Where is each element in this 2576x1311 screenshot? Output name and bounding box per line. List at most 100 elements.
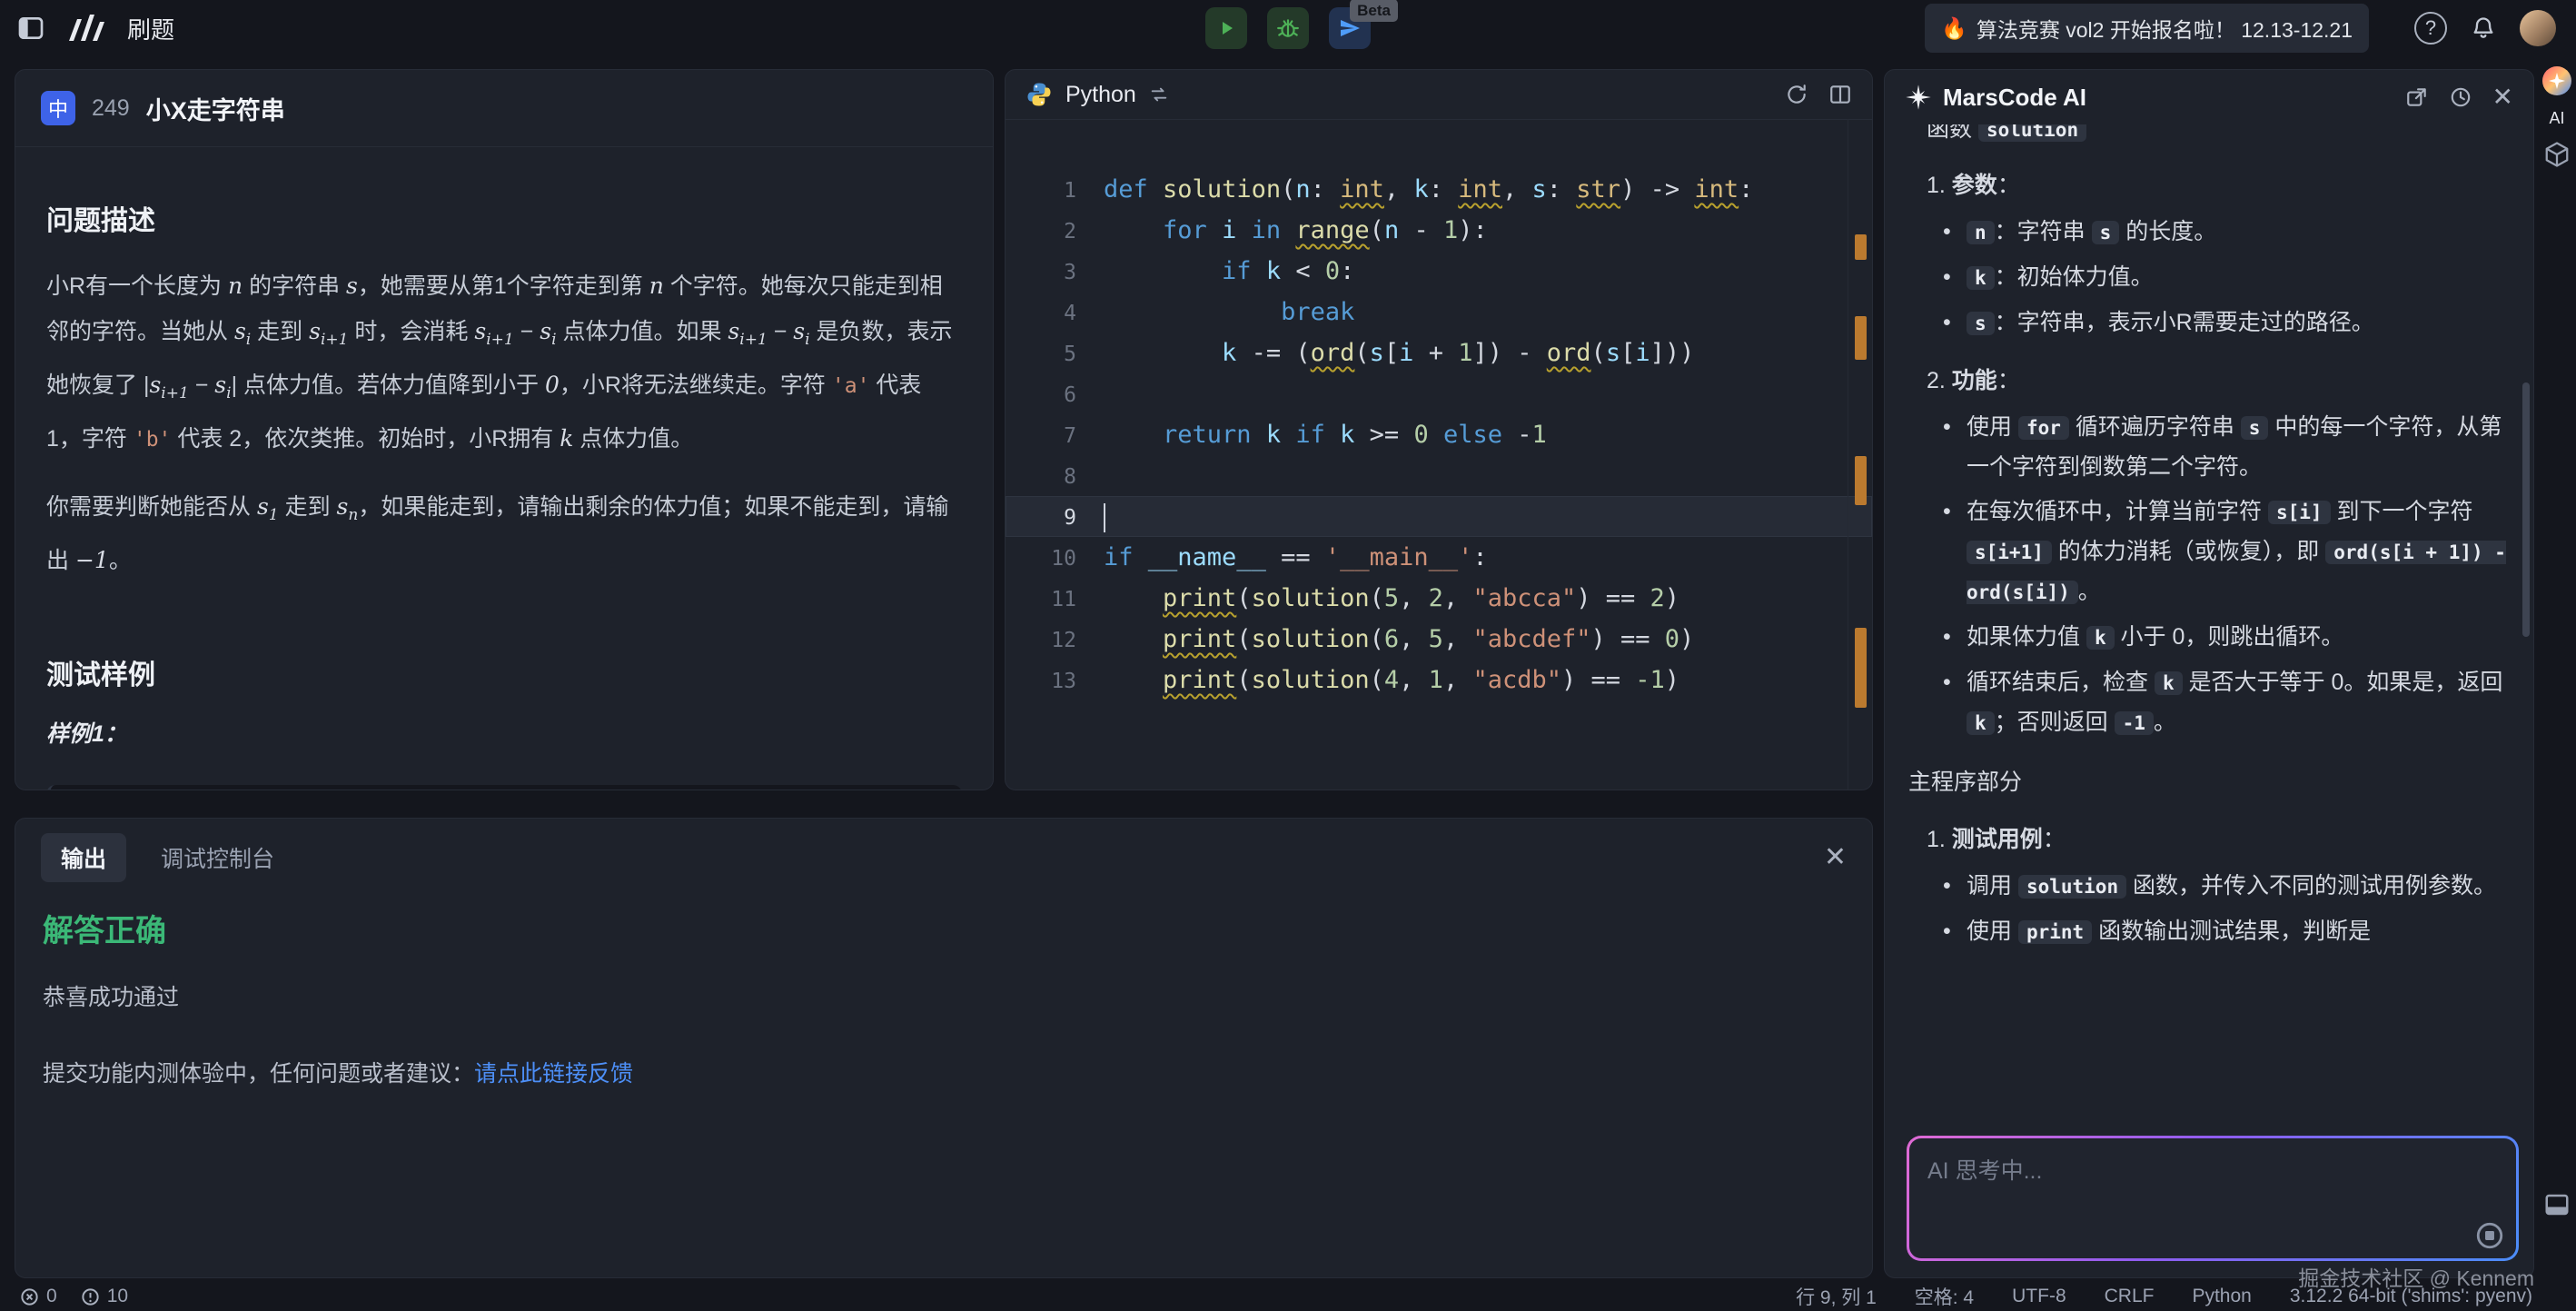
python-icon xyxy=(1025,81,1053,108)
code-line[interactable]: 13 print(solution(4, 1, "acdb") == -1) xyxy=(1006,660,1872,700)
code-line[interactable]: 6 xyxy=(1006,373,1872,414)
run-button[interactable] xyxy=(1205,7,1247,49)
ai-list-item: 在每次循环中，计算当前字符 s[i] 到下一个字符 s[i+1] 的体力消耗（或… xyxy=(1908,492,2510,612)
tab-output[interactable]: 输出 xyxy=(41,833,126,882)
line-number[interactable]: 7 xyxy=(1006,416,1104,457)
ai-list-item: 使用 for 循环遍历字符串 s 中的每一个字符，从第一个字符到倒数第二个字符。 xyxy=(1908,408,2510,487)
code-line-current[interactable]: 9 xyxy=(1006,496,1872,537)
ai-panel-title: MarsCode AI xyxy=(1943,84,2086,112)
errors-indicator[interactable]: 0 xyxy=(20,1286,57,1307)
line-number[interactable]: 8 xyxy=(1006,457,1104,498)
line-number[interactable]: 11 xyxy=(1006,580,1104,621)
problem-header: 中 249 小X走字符串 xyxy=(15,70,993,147)
sidebar-toggle-icon[interactable] xyxy=(16,14,45,43)
contest-banner[interactable]: 🔥 算法竞赛 vol2 开始报名啦！ 12.13-12.21 xyxy=(1925,4,2369,53)
warning-mark xyxy=(1855,234,1867,260)
problem-paragraph-1: 小R有一个长度为 n 的字符串 s，她需要从第1个字符走到第 n 个字符。她每次… xyxy=(46,263,962,462)
indentation-setting[interactable]: 空格: 4 xyxy=(1915,1283,1974,1310)
toolbox-icon[interactable] xyxy=(2543,141,2571,168)
sample-1-label: 样例1： xyxy=(46,716,962,749)
bell-icon[interactable] xyxy=(2471,15,2496,41)
topbar: 刷题 Beta 🔥 算法竞赛 vol2 开始报名啦！ 12.13-12.2 xyxy=(0,0,2576,56)
sample-1-input-block: 输入: n = 5,k = 2,s = "abcca" xyxy=(46,785,962,790)
editor-header: Python xyxy=(1006,70,1872,120)
line-number[interactable]: 6 xyxy=(1006,375,1104,416)
close-icon[interactable]: ✕ xyxy=(1824,844,1847,871)
line-number[interactable]: 3 xyxy=(1006,253,1104,293)
close-icon[interactable]: ✕ xyxy=(2492,84,2513,110)
ai-list-item: 如果体力值 k 小于 0，则跳出循环。 xyxy=(1908,618,2510,658)
bottom-panel-toggle-icon[interactable] xyxy=(2543,1191,2571,1218)
description-heading: 问题描述 xyxy=(46,198,962,238)
language-selector[interactable]: Python xyxy=(1065,82,1136,108)
ai-list-item: n：字符串 s 的长度。 xyxy=(1908,213,2510,253)
stop-generating-icon[interactable] xyxy=(2474,1220,2505,1251)
eol-setting[interactable]: CRLF xyxy=(2105,1286,2155,1307)
split-layout-icon[interactable] xyxy=(1828,83,1852,106)
help-icon[interactable]: ? xyxy=(2414,12,2447,45)
ai-header: MarsCode AI ✕ xyxy=(1885,70,2533,124)
marscode-ai-extension-icon[interactable] xyxy=(2541,65,2572,96)
tab-debug-console[interactable]: 调试控制台 xyxy=(161,841,274,874)
ai-list-item: 循环结束后，检查 k 是否大于等于 0。如果是，返回 k；否则返回 -1。 xyxy=(1908,663,2510,743)
line-number[interactable]: 2 xyxy=(1006,212,1104,253)
fire-icon: 🔥 xyxy=(1941,16,1967,41)
ai-input-border: AI 思考中... xyxy=(1907,1136,2519,1261)
difficulty-badge: 中 xyxy=(41,91,75,125)
line-number[interactable]: 4 xyxy=(1006,293,1104,334)
ai-list-item: 调用 solution 函数，并传入不同的测试用例参数。 xyxy=(1908,867,2510,907)
ai-input-placeholder: AI 思考中... xyxy=(1927,1153,2498,1186)
history-icon[interactable] xyxy=(2449,85,2472,109)
nav-item-problems[interactable]: 刷题 xyxy=(127,12,174,45)
output-panel: 输出 调试控制台 ✕ 解答正确 恭喜成功通过 提交功能内测体验中，任何问题或者建… xyxy=(15,818,1873,1278)
code-line[interactable]: 8 xyxy=(1006,455,1872,496)
encoding-setting[interactable]: UTF-8 xyxy=(2012,1286,2066,1307)
code-line[interactable]: 3 if k < 0: xyxy=(1006,251,1872,292)
scrollbar[interactable] xyxy=(2522,382,2530,637)
reset-code-icon[interactable] xyxy=(1785,83,1808,106)
code-line[interactable]: 10if __name__ == '__main__': xyxy=(1006,537,1872,578)
line-number[interactable]: 12 xyxy=(1006,621,1104,661)
code-line[interactable]: 4 break xyxy=(1006,292,1872,333)
ai-list-item: 1. 测试用例： xyxy=(1908,820,2510,859)
ai-strip-label: AI xyxy=(2549,109,2564,128)
code-line[interactable]: 2 for i in range(n - 1): xyxy=(1006,210,1872,251)
marscode-sparkle-icon xyxy=(1905,84,1932,111)
community-watermark: 掘金技术社区 @ Kennem xyxy=(2298,1261,2534,1292)
switch-language-icon[interactable] xyxy=(1149,84,1169,104)
contest-banner-text: 算法竞赛 vol2 开始报名啦！ 12.13-12.21 xyxy=(1977,13,2353,44)
avatar[interactable] xyxy=(2520,10,2556,46)
marscode-logo[interactable] xyxy=(65,14,107,43)
feedback-link[interactable]: 请点此链接反馈 xyxy=(474,1061,633,1087)
code-line[interactable]: 12 print(solution(6, 5, "abcdef") == 0) xyxy=(1006,619,1872,660)
problem-paragraph-2: 你需要判断她能否从 s1 走到 sn，如果能走到，请输出剩余的体力值；如果不能走… xyxy=(46,484,962,583)
ai-chat-input[interactable]: AI 思考中... xyxy=(1909,1138,2516,1258)
debug-button[interactable] xyxy=(1267,7,1309,49)
marscode-ai-panel: MarsCode AI ✕ 函数 solution 1. 参数： n：字符串 s… xyxy=(1884,69,2534,1278)
feedback-text: 提交功能内测体验中，任何问题或者建议： xyxy=(43,1061,474,1087)
ai-list-item: s：字符串，表示小R需要走过的路径。 xyxy=(1908,303,2510,343)
code-line[interactable]: 11 print(solution(5, 2, "abcca") == 2) xyxy=(1006,578,1872,619)
verdict-text: 解答正确 xyxy=(43,906,1872,950)
line-number[interactable]: 1 xyxy=(1006,171,1104,212)
samples-heading: 测试样例 xyxy=(46,652,962,692)
code-line[interactable]: 7 return k if k >= 0 else -1 xyxy=(1006,414,1872,455)
export-chat-icon[interactable] xyxy=(2405,85,2429,109)
code-line[interactable]: 5 k -= (ord(s[i + 1]) - ord(s[i])) xyxy=(1006,333,1872,373)
language-mode[interactable]: Python xyxy=(2192,1286,2251,1307)
verdict-subtext: 恭喜成功通过 xyxy=(43,979,1872,1012)
warning-mark xyxy=(1855,628,1867,708)
code-line[interactable]: 1def solution(n: int, k: int, s: str) ->… xyxy=(1006,169,1872,210)
ai-list-item: 主程序部分 xyxy=(1908,763,2510,802)
line-number[interactable]: 5 xyxy=(1006,334,1104,375)
warnings-indicator[interactable]: 10 xyxy=(81,1286,128,1307)
code-editor-panel: Python 1def solution xyxy=(1005,69,1873,790)
problem-panel: 中 249 小X走字符串 问题描述 小R有一个长度为 n 的字符串 s，她需要从… xyxy=(15,69,994,790)
cursor-position[interactable]: 行 9, 列 1 xyxy=(1796,1283,1877,1310)
line-number[interactable]: 10 xyxy=(1006,539,1104,580)
line-number[interactable]: 9 xyxy=(1006,498,1104,539)
ai-clipped-line: 函数 solution xyxy=(1908,124,2510,148)
line-number[interactable]: 13 xyxy=(1006,661,1104,702)
errors-count: 0 xyxy=(46,1286,57,1307)
warning-mark xyxy=(1855,316,1867,360)
